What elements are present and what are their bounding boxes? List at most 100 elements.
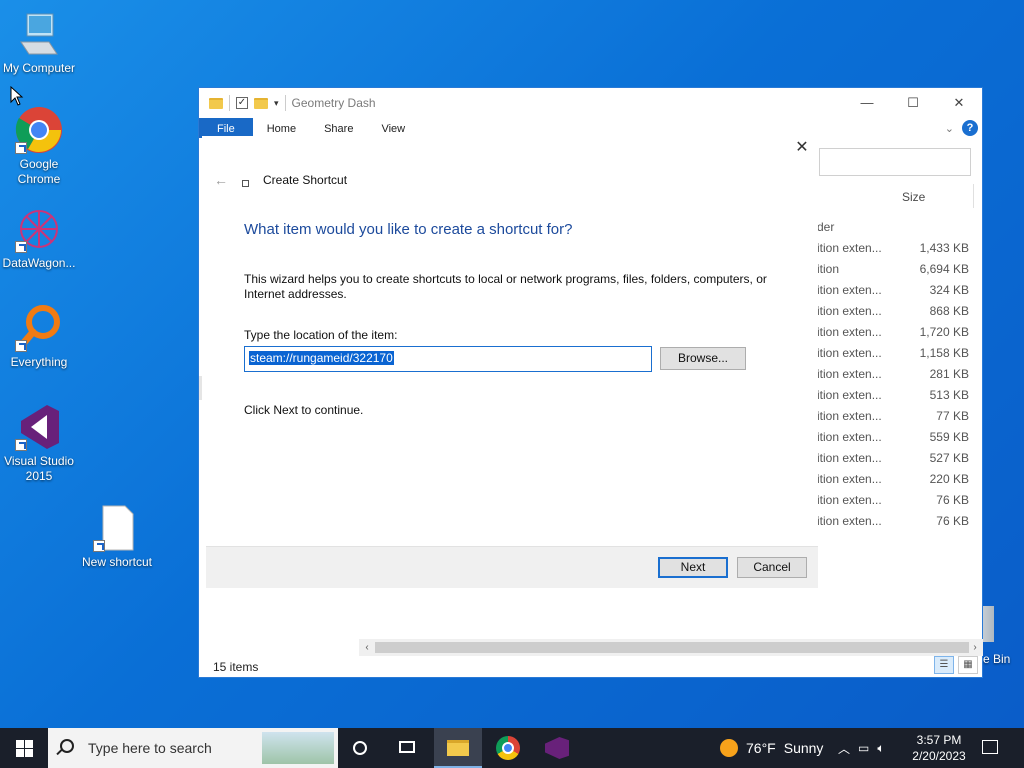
tab-view[interactable]: View	[367, 118, 419, 138]
browse-button[interactable]: Browse...	[660, 347, 746, 370]
quick-access-toolbar: ✓ ▾	[199, 95, 286, 111]
list-item[interactable]: ition exten... 324 KB	[817, 281, 969, 302]
continue-instruction: Click Next to continue.	[244, 403, 364, 417]
list-item[interactable]: ition exten... 1,158 KB	[817, 344, 969, 365]
shortcut-icon	[242, 180, 249, 187]
desktop-icon-datawagon[interactable]: DataWagon...	[0, 205, 78, 271]
wizard-description: This wizard helps you to create shortcut…	[244, 272, 767, 301]
expand-ribbon-icon[interactable]: ⌄	[945, 122, 954, 135]
file-list: der ition exten... 1,433 KB ition 6,694 KB…	[817, 218, 969, 533]
wizard-caption: Create Shortcut	[263, 173, 348, 187]
shortcut-arrow-icon	[15, 241, 27, 253]
location-label: Type the location of the item:	[244, 328, 398, 342]
next-button[interactable]: Next	[658, 557, 728, 578]
search-input[interactable]	[819, 148, 971, 176]
visual-studio-icon	[545, 737, 569, 759]
close-icon[interactable]: ✕	[794, 140, 810, 156]
large-icons-view-icon[interactable]: ▦	[958, 656, 978, 674]
scroll-left-icon[interactable]: ‹	[359, 639, 375, 656]
list-item[interactable]: ition exten... 281 KB	[817, 365, 969, 386]
taskbar-chrome[interactable]	[484, 728, 532, 768]
list-item[interactable]: ition exten... 1,433 KB	[817, 239, 969, 260]
task-view-button[interactable]	[384, 728, 432, 768]
recycle-bin-label: e Bin	[983, 652, 1011, 666]
minimize-button[interactable]: —	[844, 88, 890, 118]
folder-icon	[209, 97, 223, 109]
list-item[interactable]: ition exten... 76 KB	[817, 491, 969, 512]
desktop-icon-my-computer[interactable]: My Computer	[0, 10, 78, 76]
list-item[interactable]: ition exten... 527 KB	[817, 449, 969, 470]
chevron-up-icon[interactable]: ︿	[838, 740, 850, 757]
blank-file-icon	[93, 504, 141, 552]
status-item-count: 15 items	[213, 660, 259, 674]
location-input[interactable]: steam://rungameid/322170	[244, 346, 652, 372]
search-placeholder: Type here to search	[88, 740, 212, 756]
ribbon-tabs: File Home Share View	[199, 118, 419, 138]
shortcut-arrow-icon	[15, 439, 27, 451]
volume-icon[interactable]: 🔈︎	[877, 741, 884, 756]
desktop-icon-everything[interactable]: Everything	[0, 304, 78, 370]
properties-icon[interactable]: ✓	[236, 97, 248, 109]
network-icon[interactable]: ▭	[858, 741, 869, 755]
list-item[interactable]: ition exten... 77 KB	[817, 407, 969, 428]
file-explorer-icon	[447, 740, 469, 756]
cancel-button[interactable]: Cancel	[737, 557, 807, 578]
column-header-size[interactable]: Size	[902, 190, 925, 204]
column-divider	[973, 184, 974, 208]
taskbar-visual-studio[interactable]	[533, 728, 581, 768]
everything-icon	[15, 304, 63, 352]
start-button[interactable]	[0, 728, 48, 768]
chevron-down-icon[interactable]: ▾	[274, 98, 279, 109]
taskbar-search-box[interactable]: Type here to search	[48, 728, 338, 768]
window-title: Geometry Dash	[291, 96, 376, 110]
list-item[interactable]: ition exten... 868 KB	[817, 302, 969, 323]
desktop-icon-chrome[interactable]: Google Chrome	[0, 106, 78, 187]
list-item[interactable]: ition 6,694 KB	[817, 260, 969, 281]
close-button[interactable]: ✕	[936, 88, 982, 118]
list-item[interactable]: ition exten... 1,720 KB	[817, 323, 969, 344]
create-shortcut-wizard: ✕ ← Create Shortcut What item would you …	[202, 136, 818, 588]
weather-temperature: 76°F	[746, 740, 776, 756]
notifications-icon[interactable]	[982, 740, 998, 754]
shortcut-arrow-icon	[93, 540, 105, 552]
clock-date: 2/20/2023	[912, 749, 966, 763]
tab-share[interactable]: Share	[310, 118, 367, 138]
scrollbar-thumb[interactable]	[375, 642, 969, 653]
list-item[interactable]: ition exten... 559 KB	[817, 428, 969, 449]
new-folder-icon[interactable]	[254, 97, 268, 109]
list-item[interactable]: ition exten... 76 KB	[817, 512, 969, 533]
desktop-icon-new-shortcut[interactable]: New shortcut	[78, 504, 156, 570]
scroll-right-icon[interactable]: ›	[967, 639, 983, 656]
cortana-button[interactable]	[336, 728, 384, 768]
taskbar: Type here to search 76°F Sunny ︿ ▭ 🔈︎ 3:…	[0, 728, 1024, 768]
cortana-icon	[353, 741, 367, 755]
chrome-icon	[496, 736, 520, 760]
taskbar-clock[interactable]: 3:57 PM 2/20/2023	[900, 732, 978, 764]
visual-studio-icon	[15, 403, 63, 451]
weather-widget[interactable]: 76°F Sunny	[720, 728, 823, 768]
tab-file[interactable]: File	[199, 118, 253, 138]
clock-time: 3:57 PM	[916, 733, 962, 747]
maximize-button[interactable]: ☐	[890, 88, 936, 118]
list-item[interactable]: ition exten... 220 KB	[817, 470, 969, 491]
divider	[229, 95, 230, 111]
desktop-icon-label: Google Chrome	[17, 157, 61, 186]
shortcut-arrow-icon	[15, 340, 27, 352]
chrome-icon	[15, 106, 63, 154]
mouse-cursor-icon	[10, 86, 24, 106]
shortcut-arrow-icon	[15, 142, 27, 154]
taskbar-file-explorer[interactable]	[434, 728, 482, 768]
wizard-footer: Next Cancel	[206, 546, 818, 588]
list-item[interactable]: ition exten... 513 KB	[817, 386, 969, 407]
computer-icon	[15, 10, 63, 58]
wizard-heading: What item would you like to create a sho…	[244, 221, 573, 238]
desktop-icon-label: My Computer	[2, 61, 76, 75]
help-icon[interactable]: ?	[962, 120, 978, 136]
back-arrow-icon[interactable]: ←	[214, 172, 228, 188]
desktop-icon-visual-studio[interactable]: Visual Studio 2015	[0, 403, 78, 484]
divider	[284, 95, 286, 111]
tab-home[interactable]: Home	[253, 118, 310, 138]
details-view-icon[interactable]: ☰	[934, 656, 954, 674]
list-item[interactable]: der	[817, 218, 969, 239]
horizontal-scrollbar[interactable]: ‹ ›	[359, 639, 983, 656]
